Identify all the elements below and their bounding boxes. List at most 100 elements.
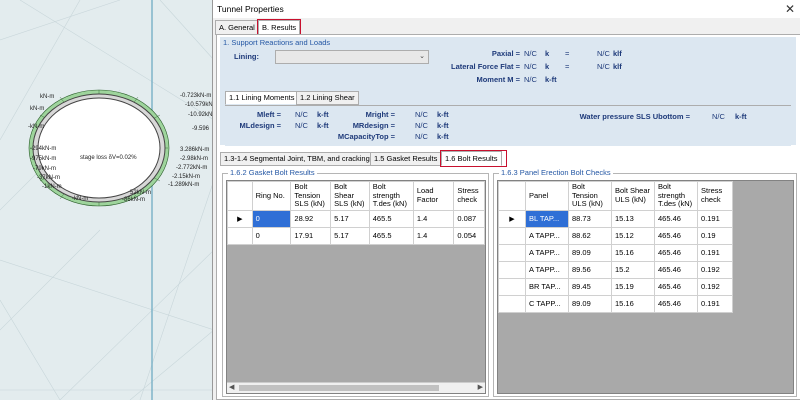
group-title: 1. Support Reactions and Loads [223, 38, 331, 47]
tab-gasket-results[interactable]: 1.5 Gasket Results [370, 152, 442, 166]
scroll-left-icon[interactable]: ◀ [229, 383, 234, 391]
table-cell[interactable]: 0.087 [453, 209, 485, 228]
column-header[interactable]: Panel [525, 181, 569, 211]
table-cell[interactable]: 88.62 [568, 226, 612, 245]
table-cell[interactable]: 465.46 [654, 226, 698, 245]
mrdesign-label: MRdesign = [352, 121, 395, 130]
column-header[interactable]: Stress check [697, 181, 733, 211]
table-cell[interactable]: A TAPP... [525, 243, 569, 262]
table-cell[interactable]: 15.13 [611, 209, 655, 228]
table-cell[interactable]: 5.17 [330, 209, 370, 228]
table-row[interactable]: A TAPP... 89.09 15.16 465.46 0.191 [498, 243, 733, 262]
lateral-force-value2: N/C [597, 62, 610, 71]
water-pressure-value: N/C [712, 112, 725, 121]
scrollbar-thumb[interactable] [239, 385, 439, 391]
table-cell[interactable]: 17.91 [290, 226, 332, 245]
tab-results[interactable]: B. Results [256, 19, 302, 36]
paxial-unit2: klf [613, 49, 622, 58]
bolt-results-pane: 1.6.2 Gasket Bolt Results Ring No. Bolt … [220, 167, 797, 397]
table-cell[interactable]: 0.191 [697, 243, 733, 262]
table-cell[interactable]: 0.192 [697, 260, 733, 279]
table-cell[interactable]: 465.5 [368, 209, 414, 228]
table-row[interactable]: A TAPP... 89.56 15.2 465.46 0.192 [498, 260, 733, 279]
column-header[interactable]: Bolt Tension ULS (kN) [568, 181, 612, 211]
table-cell[interactable]: 0.191 [697, 209, 733, 228]
moment-label: -kN-m [28, 124, 45, 130]
table-cell[interactable]: 0.192 [697, 277, 733, 296]
table-cell[interactable]: BL TAP... [525, 209, 569, 228]
paxial-label: Paxial = [491, 49, 520, 58]
tab-segmental-joint[interactable]: 1.3-1.4 Segmental Joint, TBM, and cracki… [220, 152, 374, 166]
table-row[interactable]: C TAPP... 89.09 15.16 465.46 0.191 [498, 294, 733, 313]
table-cell[interactable]: 465.46 [654, 294, 698, 313]
column-header[interactable]: Bolt Tension SLS (kN) [290, 181, 332, 211]
moment-label: -2.98kN-m [180, 156, 209, 162]
table-cell[interactable]: 5.17 [330, 226, 370, 245]
table-cell[interactable]: 0 [251, 226, 292, 245]
table-cell[interactable]: C TAPP... [525, 294, 569, 313]
table-cell[interactable]: A TAPP... [525, 226, 569, 245]
table-cell[interactable]: 89.56 [568, 260, 612, 279]
table-cell[interactable]: 465.46 [654, 260, 698, 279]
title-bar: Tunnel Properties ✕ [213, 0, 800, 18]
panel-erection-title: 1.6.3 Panel Erection Bolt Checks [499, 168, 613, 177]
column-header[interactable]: Stress check [453, 181, 485, 211]
row-header-corner [498, 181, 526, 211]
lateral-force-unit2: klf [613, 62, 622, 71]
table-cell[interactable]: 28.92 [290, 209, 332, 228]
moment-m-unit: k-ft [545, 75, 557, 84]
table-cell[interactable]: 0.19 [697, 226, 733, 245]
table-row[interactable]: 0 17.91 5.17 465.5 1.4 0.054 [227, 226, 485, 245]
chevron-down-icon: ⌄ [419, 53, 425, 60]
paxial-unit: k [545, 49, 550, 58]
table-cell[interactable]: 465.46 [654, 209, 698, 228]
gasket-bolt-grid[interactable]: Ring No. Bolt Tension SLS (kN) Bolt Shea… [226, 180, 486, 394]
table-cell[interactable]: 1.4 [412, 226, 455, 245]
table-cell[interactable]: 15.19 [611, 277, 655, 296]
column-header[interactable]: Bolt strength T.des (kN) [368, 181, 414, 211]
table-cell[interactable]: 465.46 [654, 277, 698, 296]
table-cell[interactable]: A TAPP... [525, 260, 569, 279]
tab-lining-shear[interactable]: 1.2 Lining Shear [296, 91, 359, 105]
table-cell[interactable]: 89.45 [568, 277, 612, 296]
panel-erection-grid[interactable]: Panel Bolt Tension ULS (kN) Bolt Shear U… [497, 180, 794, 394]
table-cell[interactable]: 0.191 [697, 294, 733, 313]
column-header[interactable]: Bolt Shear SLS (kN) [330, 181, 370, 211]
table-cell[interactable]: 465.46 [654, 243, 698, 262]
tab-general[interactable]: A. General [215, 20, 259, 35]
table-cell[interactable]: 88.73 [568, 209, 612, 228]
paxial-value: N/C [524, 49, 537, 58]
mldesign-value: N/C [295, 121, 308, 130]
lining-select[interactable]: ⌄ [275, 50, 429, 64]
table-row[interactable]: A TAPP... 88.62 15.12 465.46 0.19 [498, 226, 733, 245]
row-header [498, 277, 526, 296]
table-cell[interactable]: 89.09 [568, 243, 612, 262]
table-cell[interactable]: 89.09 [568, 294, 612, 313]
table-cell[interactable]: 15.16 [611, 294, 655, 313]
table-cell[interactable]: 15.2 [611, 260, 655, 279]
table-row[interactable]: ▶ BL TAP... 88.73 15.13 465.46 0.191 [498, 209, 733, 228]
tab-lining-moments[interactable]: 1.1 Lining Moments [225, 91, 299, 105]
tab-bolt-results[interactable]: 1.6 Bolt Results [441, 151, 502, 166]
lining-label: Lining: [234, 52, 259, 61]
table-cell[interactable]: 1.4 [412, 209, 455, 228]
column-header[interactable]: Bolt strength T.des (kN) [654, 181, 698, 211]
mrdesign-value: N/C [415, 121, 428, 130]
column-header[interactable]: Bolt Shear ULS (kN) [611, 181, 655, 211]
table-row[interactable]: ▶ 0 28.92 5.17 465.5 1.4 0.087 [227, 209, 485, 228]
table-cell[interactable]: 15.12 [611, 226, 655, 245]
table-cell[interactable]: BR TAP... [525, 277, 569, 296]
column-header[interactable]: Load Factor [412, 181, 455, 211]
moment-label: -10.579kN [185, 102, 213, 108]
table-cell[interactable]: 0 [251, 209, 292, 228]
row-header [498, 243, 526, 262]
table-cell[interactable]: 0.054 [453, 226, 485, 245]
scroll-right-icon[interactable]: ▶ [478, 383, 483, 391]
close-icon[interactable]: ✕ [785, 2, 795, 16]
table-cell[interactable]: 465.5 [368, 226, 414, 245]
table-row[interactable]: BR TAP... 89.45 15.19 465.46 0.192 [498, 277, 733, 296]
table-cell[interactable]: 15.16 [611, 243, 655, 262]
column-header[interactable]: Ring No. [251, 181, 292, 211]
horizontal-scrollbar[interactable]: ◀ ▶ [227, 382, 485, 393]
gasket-bolt-title: 1.6.2 Gasket Bolt Results [228, 168, 317, 177]
